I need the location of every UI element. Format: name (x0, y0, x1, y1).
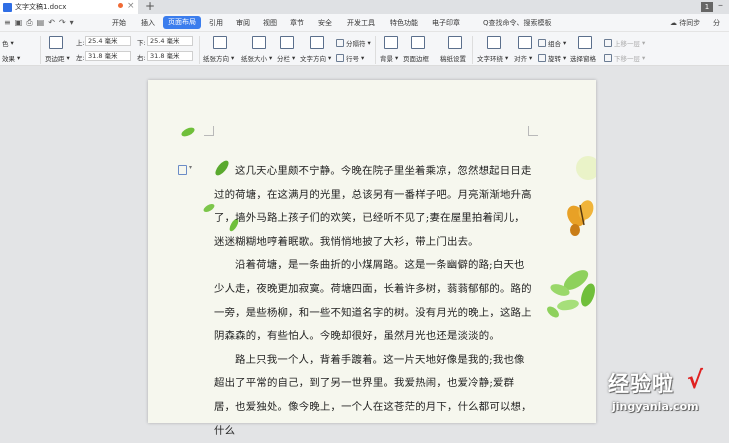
close-tab-icon[interactable]: × (127, 1, 135, 11)
columns-button[interactable]: 分栏 ▾ (277, 53, 295, 63)
page-border-icon[interactable] (411, 36, 425, 49)
align-button[interactable]: 对齐 ▾ (514, 53, 532, 63)
tab-special-features[interactable]: 特色功能 (390, 18, 418, 28)
paragraph[interactable]: 这几天心里颇不宁静。今晚在院子里坐着乘凉，忽然想起日日走过的荷塘，在这满月的光里… (214, 160, 532, 254)
menu-icon[interactable]: ≡ (4, 18, 11, 28)
align-icon[interactable] (518, 36, 532, 49)
sync-status[interactable]: ☁ 待同步 (670, 18, 700, 28)
ribbon-toolbar: 色 ▾ 效果 ▾ 页边距 ▾ 上: 25.4 毫米 下: 25.4 毫米 左: 31.… (0, 32, 729, 66)
margins-button[interactable]: 页边距 ▾ (45, 53, 70, 63)
top-margin-label: 上: (76, 39, 85, 47)
page-border-button[interactable]: 页面边框 (403, 53, 429, 63)
watermark: 经验啦 √ jingyanla.com (608, 366, 726, 418)
window-count-badge[interactable]: 1 (701, 2, 713, 12)
tab-home[interactable]: 开始 (112, 18, 126, 28)
dropdown-icon[interactable]: ▾ (70, 18, 74, 28)
right-margin-field[interactable]: 31.8 毫米 (147, 51, 193, 61)
rotate-button[interactable]: 旋转 ▾ (538, 53, 566, 63)
document-body[interactable]: 这几天心里颇不宁静。今晚在院子里坐着乘凉，忽然想起日日走过的荷塘，在这满月的光里… (214, 160, 532, 443)
tab-page-layout[interactable]: 页面布局 (163, 16, 201, 29)
paper-size-button[interactable]: 纸张大小 ▾ (241, 53, 272, 63)
group-icon (538, 39, 546, 47)
text-direction-icon[interactable] (310, 36, 324, 49)
top-margin-field[interactable]: 25.4 毫米 (85, 36, 131, 46)
print-preview-icon[interactable]: ▤ (37, 18, 45, 28)
ribbon-divider (375, 36, 376, 64)
breaks-icon (336, 39, 344, 47)
line-numbers-button[interactable]: 行号 ▾ (336, 53, 364, 63)
light-glow-icon (576, 156, 596, 180)
chevron-down-icon[interactable]: ▾ (189, 164, 192, 171)
rotate-icon (538, 54, 546, 62)
selection-pane-button[interactable]: 选择窗格 (570, 53, 596, 63)
group-button[interactable]: 组合 ▾ (538, 38, 566, 48)
watermark-url: jingyanla.com (612, 400, 699, 413)
document-tab[interactable]: 文字文稿1.docx (0, 0, 138, 14)
new-tab-button[interactable]: + (145, 0, 155, 13)
bottom-margin-label: 下: (137, 39, 146, 47)
paragraph-layout-icon[interactable] (178, 165, 187, 175)
title-bar: 文字文稿1.docx × + 1 – (0, 0, 729, 14)
ribbon-divider (40, 36, 41, 64)
bring-forward-icon (604, 39, 612, 47)
command-search[interactable]: Q查找命令、搜索模板 (483, 18, 552, 28)
paragraph[interactable]: 沿着荷塘，是一条曲折的小煤屑路。这是一条幽僻的路;白天也少人走，夜晚更加寂寞。荷… (214, 254, 532, 348)
document-icon (3, 2, 12, 12)
unsaved-dot-icon (118, 3, 123, 8)
document-title: 文字文稿1.docx (15, 3, 67, 11)
margins-icon[interactable] (49, 36, 63, 49)
ribbon-divider (472, 36, 473, 64)
tab-references[interactable]: 引用 (209, 18, 223, 28)
right-margin-label: 右: (137, 54, 146, 62)
menu-bar: ≡ ▣ ⎙ ▤ ↶ ↷ ▾ 开始 插入 页面布局 引用 审阅 视图 章节 安全 … (0, 14, 729, 32)
paper-size-icon[interactable] (252, 36, 266, 49)
manuscript-button[interactable]: 稿纸设置 (440, 53, 466, 63)
text-direction-button[interactable]: 文字方向 ▾ (300, 53, 331, 63)
leaf-cluster-icon (547, 270, 595, 318)
share-button[interactable]: 分 (713, 18, 720, 28)
sync-label: 待同步 (679, 19, 701, 27)
orientation-icon[interactable] (213, 36, 227, 49)
watermark-brand: 经验啦 (608, 372, 674, 396)
paragraph[interactable]: 路上只我一个人，背着手踱着。这一片天地好像是我的;我也像超出了平常的自己，到了另… (214, 349, 532, 443)
text-wrap-icon[interactable] (487, 36, 501, 49)
redo-icon[interactable]: ↷ (59, 18, 66, 28)
tab-view[interactable]: 视图 (263, 18, 277, 28)
leaf-icon (181, 127, 195, 137)
columns-icon[interactable] (280, 36, 294, 49)
send-backward-button[interactable]: 下移一层 ▾ (604, 53, 645, 63)
breaks-button[interactable]: 分隔符 ▾ (336, 38, 371, 48)
manuscript-icon[interactable] (448, 36, 462, 49)
theme-color-button[interactable]: 色 ▾ (2, 38, 14, 48)
undo-icon[interactable]: ↶ (48, 18, 55, 28)
print-icon[interactable]: ⎙ (26, 18, 32, 28)
background-button[interactable]: 背景 ▾ (380, 53, 398, 63)
tab-developer[interactable]: 开发工具 (347, 18, 375, 28)
tab-security[interactable]: 安全 (318, 18, 332, 28)
tab-review[interactable]: 审阅 (236, 18, 250, 28)
minimize-icon[interactable]: – (718, 0, 723, 11)
tab-chapter[interactable]: 章节 (290, 18, 304, 28)
left-margin-label: 左: (76, 54, 85, 62)
save-icon[interactable]: ▣ (15, 18, 23, 28)
quick-access-toolbar: ≡ ▣ ⎙ ▤ ↶ ↷ ▾ (4, 18, 74, 28)
bring-forward-button[interactable]: 上移一层 ▾ (604, 38, 645, 48)
text-wrap-button[interactable]: 文字环绕 ▾ (477, 53, 508, 63)
checkmark-icon: √ (687, 366, 704, 394)
background-icon[interactable] (384, 36, 398, 49)
tab-e-seal[interactable]: 电子印章 (432, 18, 460, 28)
theme-effect-button[interactable]: 效果 ▾ (2, 53, 20, 63)
selection-pane-icon[interactable] (578, 36, 592, 49)
bottom-margin-field[interactable]: 25.4 毫米 (147, 36, 193, 46)
ribbon-divider (199, 36, 200, 64)
send-backward-icon (604, 54, 612, 62)
orientation-button[interactable]: 纸张方向 ▾ (203, 53, 234, 63)
tab-insert[interactable]: 插入 (141, 18, 155, 28)
butterfly-icon (567, 200, 594, 236)
left-margin-field[interactable]: 31.8 毫米 (85, 51, 131, 61)
line-numbers-icon (336, 54, 344, 62)
